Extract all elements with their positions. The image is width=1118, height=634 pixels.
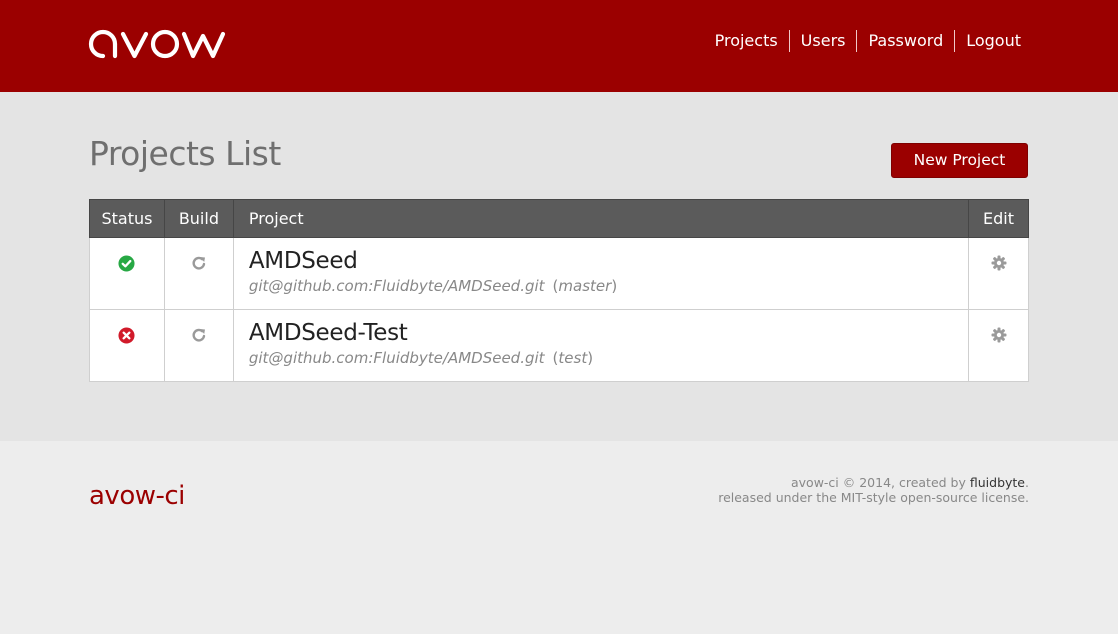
x-circle-icon [118,327,135,348]
col-header-edit: Edit [968,199,1029,238]
project-name[interactable]: AMDSeed [249,246,953,276]
nav-projects[interactable]: Projects [704,30,789,52]
gear-icon[interactable] [991,255,1007,275]
edit-cell [968,309,1029,382]
main-content: Projects List New Project Status Build P… [0,92,1118,441]
table-row: AMDSeed-Test git@github.com:Fluidbyte/AM… [89,309,1029,382]
project-repo: git@github.com:Fluidbyte/AMDSeed.git [248,277,545,295]
col-header-project: Project [232,199,970,238]
refresh-icon[interactable] [191,327,207,347]
footer-license: released under the MIT-style open-source… [718,490,1029,505]
projects-table: Status Build Project Edit AMDSeed git@gi… [89,199,1029,382]
project-cell: AMDSeed git@github.com:Fluidbyte/AMDSeed… [232,237,970,310]
build-cell [163,309,234,382]
status-cell [89,309,165,382]
project-branch: (master) [552,277,618,295]
nav-logout[interactable]: Logout [954,30,1030,52]
nav-password[interactable]: Password [856,30,954,52]
edit-cell [968,237,1029,310]
page-title: Projects List [89,134,281,173]
footer-brand: avow-ci [89,481,185,511]
status-cell [89,237,165,310]
table-header-row: Status Build Project Edit [89,199,1029,238]
refresh-icon[interactable] [191,255,207,275]
main-nav: Projects Users Password Logout [704,30,1030,52]
top-navbar: Projects Users Password Logout [0,0,1118,92]
col-header-build: Build [163,199,234,238]
check-circle-icon [118,255,135,276]
project-branch-name: test [558,349,588,367]
nav-users[interactable]: Users [788,30,857,52]
footer-credits: avow-ci © 2014, created by fluidbyte. re… [718,475,1029,505]
project-repo: git@github.com:Fluidbyte/AMDSeed.git [248,349,545,367]
project-branch: (test) [552,349,594,367]
footer: avow-ci avow-ci © 2014, created by fluid… [0,441,1118,634]
gear-icon[interactable] [991,327,1007,347]
build-cell [163,237,234,310]
footer-author-link[interactable]: fluidbyte [970,475,1025,490]
col-header-status: Status [89,199,165,238]
new-project-button[interactable]: New Project [891,143,1028,178]
avow-logo[interactable] [88,22,228,66]
project-name[interactable]: AMDSeed-Test [249,318,953,348]
project-branch-name: master [558,277,612,295]
footer-copyright: avow-ci © 2014, created by [790,475,970,490]
project-cell: AMDSeed-Test git@github.com:Fluidbyte/AM… [232,309,970,382]
footer-period: . [1025,475,1029,490]
table-row: AMDSeed git@github.com:Fluidbyte/AMDSeed… [89,237,1029,310]
